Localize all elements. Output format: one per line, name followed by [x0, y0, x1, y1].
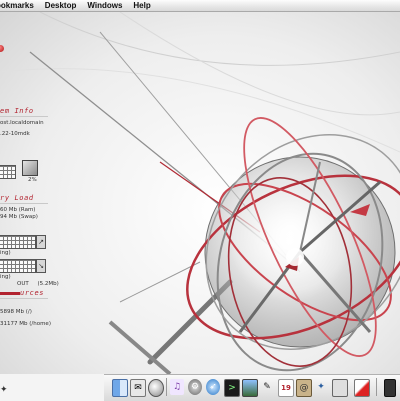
calendar-icon[interactable]: 19 [278, 379, 294, 397]
corner-icon: ✦ [0, 385, 8, 395]
net-in-label: ing) [0, 250, 11, 256]
divider [0, 116, 48, 117]
menu-windows[interactable]: Windows [87, 0, 122, 11]
terminal-icon[interactable]: > [224, 379, 240, 397]
dock-separator [376, 378, 377, 396]
kernel-text: .22-10mdk [0, 131, 30, 137]
swap-text: 94 Mb (Swap) [0, 214, 38, 220]
menu-bar: ookmarks Desktop Windows Help [0, 0, 400, 12]
desktop-wallpaper [0, 12, 400, 374]
system-preferences-icon[interactable]: ⚙ [188, 379, 202, 395]
dock-separator [166, 378, 167, 396]
dock: ✉ ♫ ⚙ ➶ > ✎ 19 @ ✦ [104, 374, 400, 401]
net-out-graph [0, 259, 36, 273]
cpu-chip-icon [22, 160, 38, 176]
hostname-text: ost.localdomain [0, 120, 44, 126]
system-info-title: em Info [0, 107, 34, 115]
globe-icon[interactable] [148, 379, 164, 397]
net-out-arrow-icon: ↘ [36, 259, 46, 273]
menu-desktop[interactable]: Desktop [45, 0, 77, 11]
divider [0, 203, 48, 204]
net-out-label: ing) [0, 274, 11, 280]
root-fs-text: 5898 Mb (/) [0, 309, 32, 315]
memory-title: ry Load [0, 194, 34, 202]
pen-icon[interactable]: ✎ [260, 379, 274, 395]
monitor-icon[interactable] [332, 379, 348, 397]
address-book-icon[interactable]: @ [296, 379, 312, 397]
menu-help[interactable]: Help [133, 0, 150, 11]
preferences-icon[interactable]: ✦ [314, 379, 328, 395]
net-total-text: OUT (5.2Mb) [17, 281, 59, 287]
finder-icon[interactable] [112, 379, 128, 397]
mail-icon[interactable]: ✉ [130, 379, 146, 397]
photo-icon[interactable] [242, 379, 258, 397]
itunes-icon[interactable]: ♫ [170, 379, 184, 395]
trash-icon[interactable] [354, 379, 370, 397]
corner-app-icon[interactable] [384, 379, 396, 397]
red-bar-icon [0, 292, 20, 295]
net-in-arrow-icon: ↗ [36, 235, 46, 249]
storage-title: urces [20, 289, 45, 297]
menu-bookmarks[interactable]: ookmarks [0, 0, 34, 11]
net-in-graph [0, 235, 36, 249]
cpu-graph [0, 165, 16, 179]
cpu-percent-text: 2% [28, 177, 37, 183]
home-fs-text: 31177 Mb (/home) [0, 321, 51, 327]
safari-icon[interactable]: ➶ [206, 379, 220, 395]
ram-text: 60 Mb (Ram) [0, 207, 36, 213]
divider [0, 298, 48, 299]
